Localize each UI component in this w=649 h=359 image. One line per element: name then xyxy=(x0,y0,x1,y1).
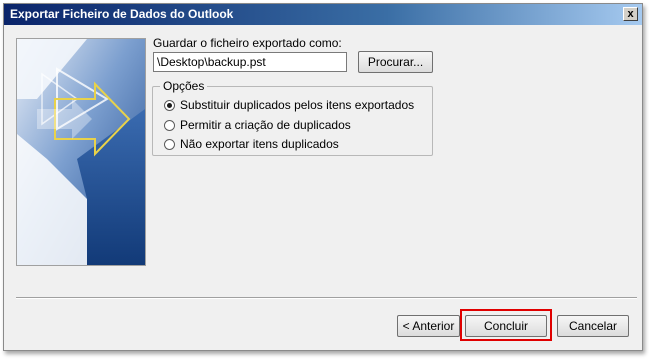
radio-no-duplicates[interactable]: Não exportar itens duplicados xyxy=(164,136,339,152)
wizard-banner-arrow-icon xyxy=(17,39,145,265)
radio-allow-duplicates[interactable]: Permitir a criação de duplicados xyxy=(164,117,351,133)
wizard-banner-image xyxy=(16,38,146,266)
finish-highlight-box xyxy=(460,309,552,341)
browse-button[interactable]: Procurar... xyxy=(358,51,433,73)
radio-checked-icon[interactable] xyxy=(164,99,175,111)
back-button[interactable]: < Anterior xyxy=(397,315,460,337)
save-as-label: Guardar o ficheiro exportado como: xyxy=(153,36,342,50)
radio-unchecked-icon[interactable] xyxy=(164,119,175,131)
footer-separator xyxy=(16,297,637,299)
radio-unchecked-icon[interactable] xyxy=(164,138,175,150)
radio-label: Substituir duplicados pelos itens export… xyxy=(180,98,415,112)
close-icon: x xyxy=(627,8,634,20)
title-bar[interactable]: Exportar Ficheiro de Dados do Outlook x xyxy=(4,4,642,25)
radio-label: Não exportar itens duplicados xyxy=(180,137,339,151)
cancel-button[interactable]: Cancelar xyxy=(557,315,629,337)
options-legend: Opções xyxy=(160,79,208,93)
close-button[interactable]: x xyxy=(623,7,638,21)
file-path-input[interactable] xyxy=(153,52,347,72)
dialog-title: Exportar Ficheiro de Dados do Outlook xyxy=(10,7,234,21)
radio-label: Permitir a criação de duplicados xyxy=(180,118,351,132)
radio-replace-duplicates[interactable]: Substituir duplicados pelos itens export… xyxy=(164,97,414,113)
